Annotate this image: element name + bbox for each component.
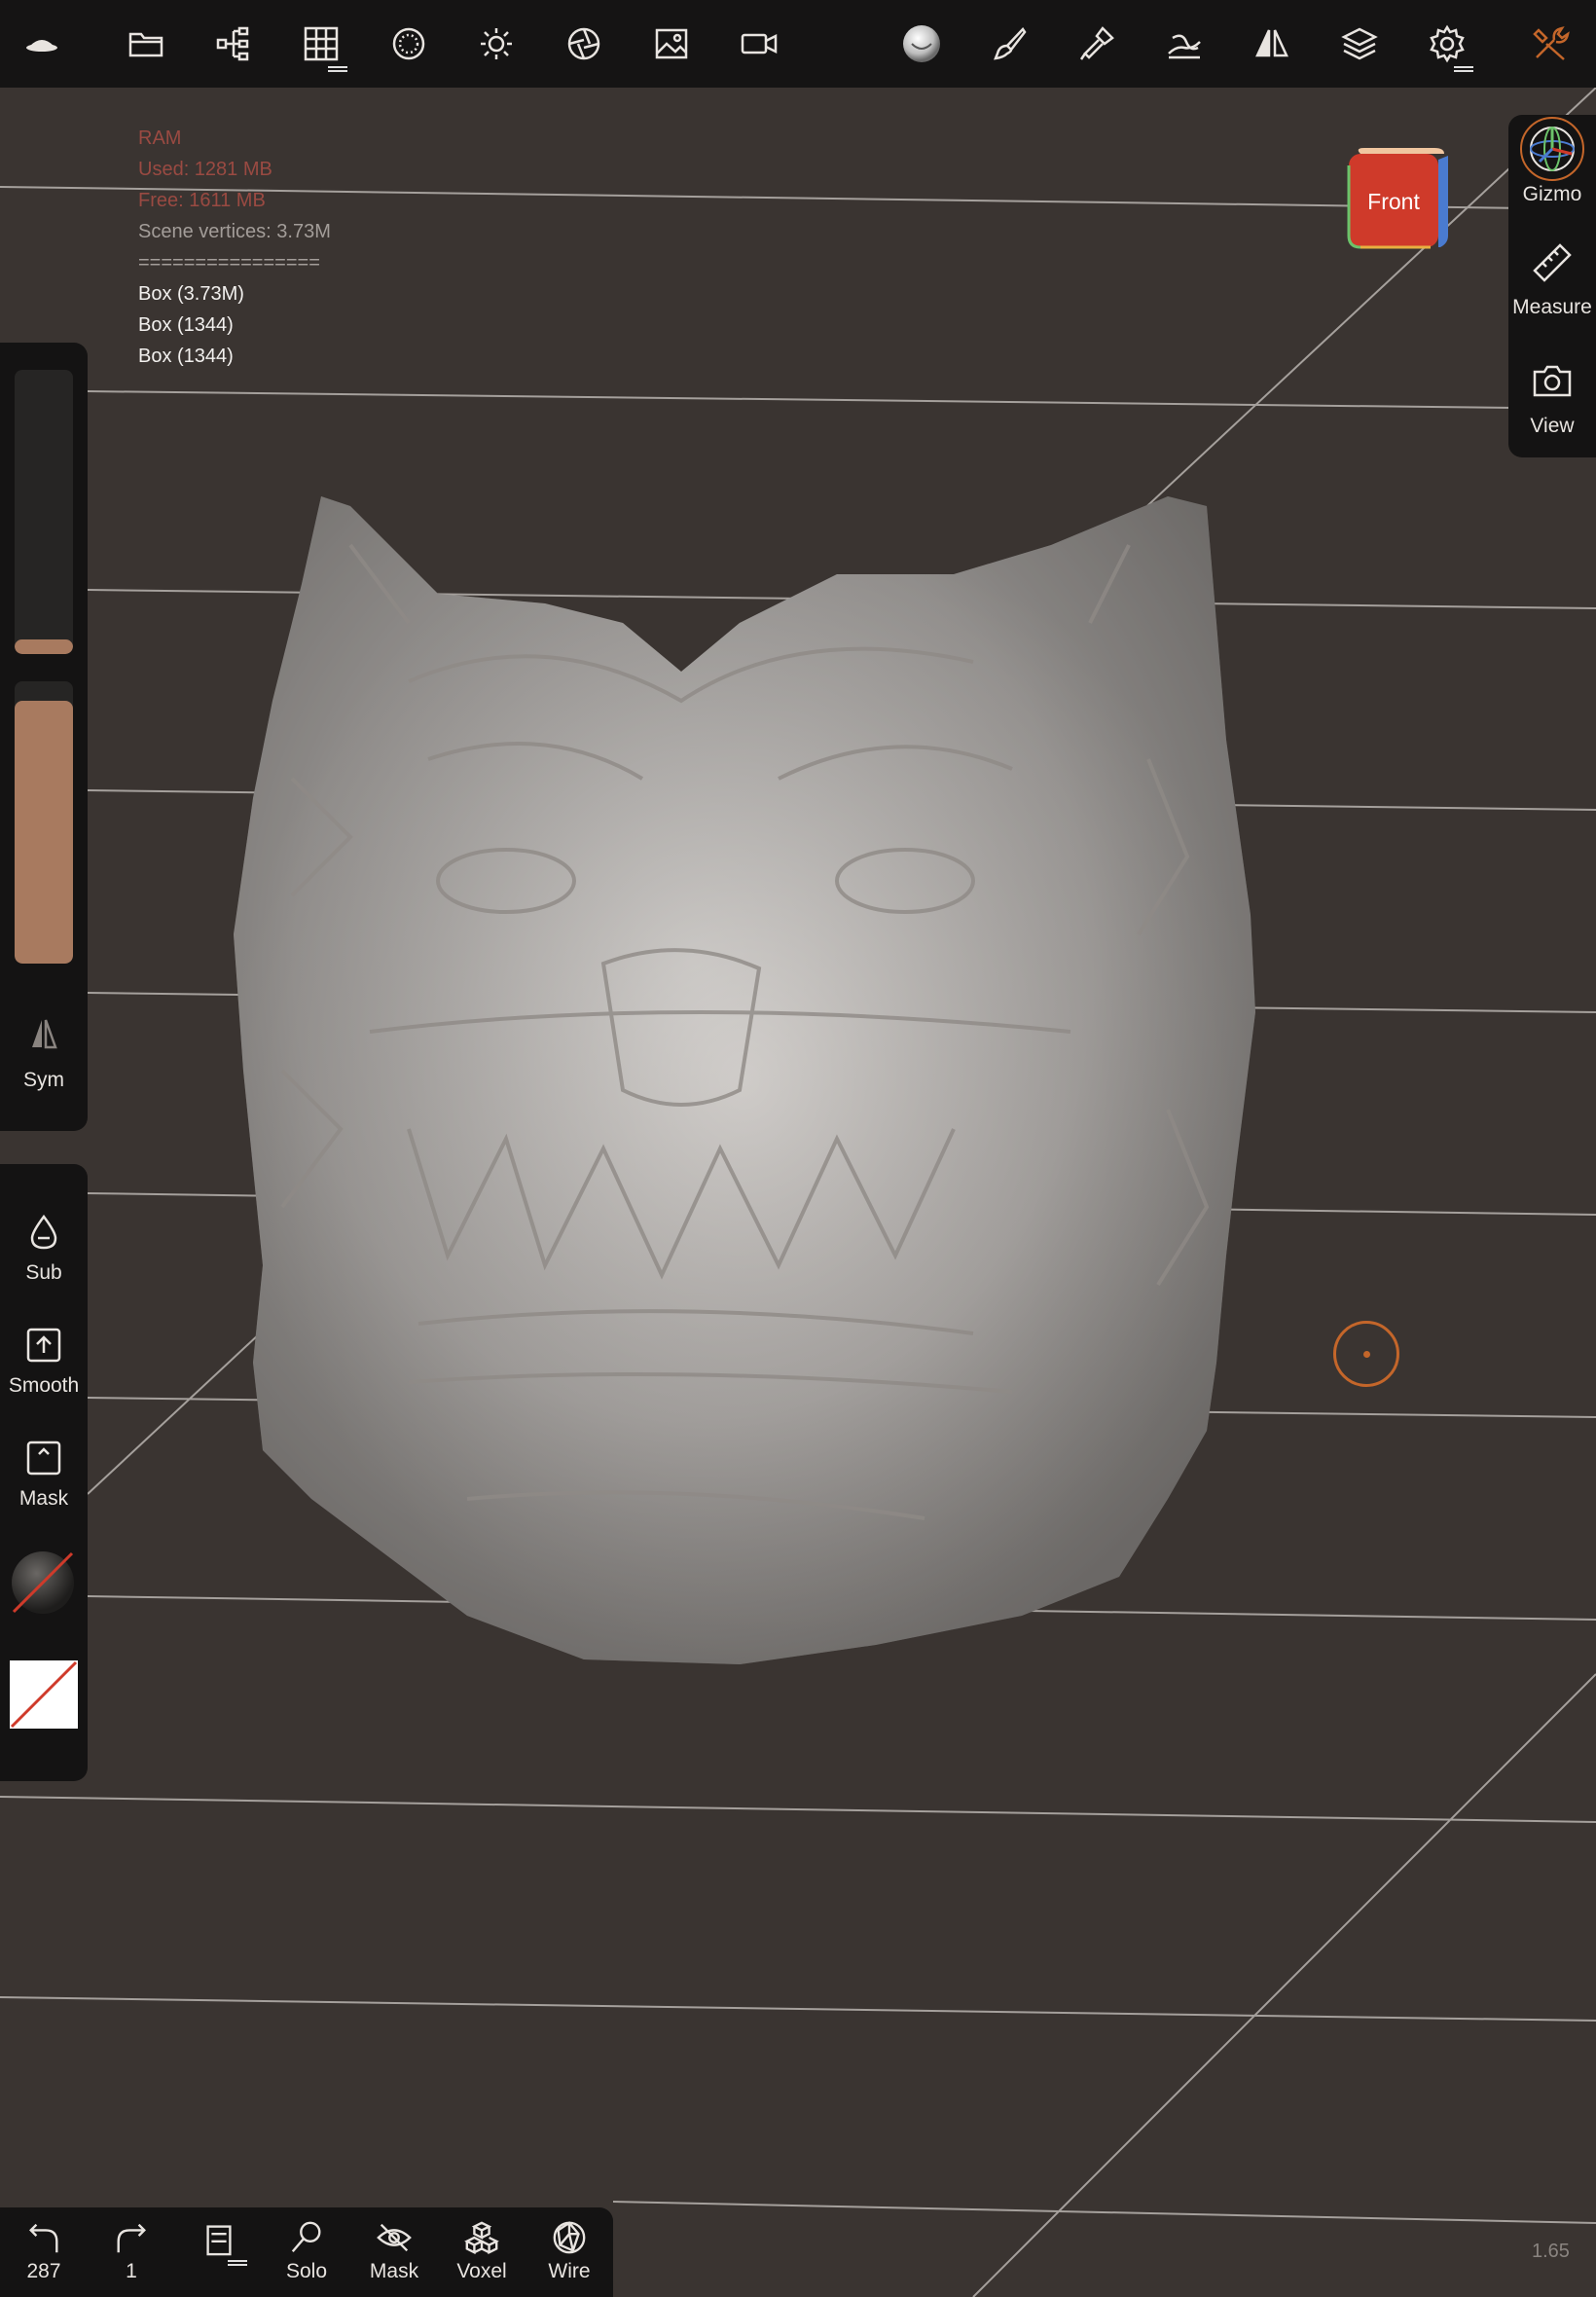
measure-button[interactable]: Measure	[1508, 241, 1596, 319]
topology-grid-icon[interactable]	[291, 14, 351, 74]
sub-label: Sub	[25, 1261, 62, 1284]
settings-gear-icon[interactable]	[1417, 14, 1477, 74]
wireframe-button[interactable]: Wire	[527, 2219, 611, 2283]
image-icon[interactable]	[641, 14, 702, 74]
right-tool-panel: Gizmo Measure View	[1508, 115, 1596, 457]
sub-toggle[interactable]: Sub	[0, 1213, 88, 1285]
object-entry: Box (1344)	[138, 314, 234, 336]
bottom-toolbar: 287 1 Solo Mask Voxel Wire	[0, 2207, 613, 2297]
hide-mask-button[interactable]: Mask	[352, 2219, 436, 2283]
object-entry: Box (3.73M)	[138, 283, 244, 305]
mask-label: Mask	[369, 2260, 419, 2282]
mask-label: Mask	[18, 1487, 69, 1510]
voxel-label: Voxel	[456, 2260, 507, 2282]
voxel-button[interactable]: Voxel	[440, 2219, 524, 2283]
view-navigation-cube[interactable]: Front	[1347, 146, 1450, 249]
material-sphere-icon[interactable]	[379, 14, 439, 74]
symmetry-toggle[interactable]: Sym	[0, 1014, 88, 1092]
view-button[interactable]: View	[1508, 360, 1596, 438]
cube-face-label: Front	[1367, 189, 1420, 214]
top-toolbar	[0, 0, 1596, 88]
select-tool-icon[interactable]	[1154, 14, 1215, 74]
tools-icon[interactable]	[1520, 14, 1580, 74]
version-label: 1.65	[1532, 2241, 1570, 2262]
wire-label: Wire	[548, 2260, 591, 2282]
ram-label: RAM	[138, 128, 182, 149]
eye-off-icon	[377, 2223, 412, 2252]
document-icon	[206, 2225, 232, 2256]
smooth-toggle[interactable]: Smooth	[0, 1326, 88, 1398]
alpha-texture-swatch[interactable]	[10, 1550, 76, 1616]
view-label: View	[1530, 415, 1575, 437]
color-swatch[interactable]	[10, 1660, 78, 1729]
sym-label: Sym	[23, 1069, 64, 1091]
ram-free: Free: 1611 MB	[138, 190, 266, 211]
undo-button[interactable]: 287	[2, 2219, 86, 2283]
redo-button[interactable]: 1	[90, 2219, 173, 2283]
mask-icon	[26, 1440, 61, 1476]
smooth-label: Smooth	[8, 1374, 80, 1397]
scene-vertices: Scene vertices: 3.73M	[138, 221, 331, 242]
intensity-slider-fill	[15, 701, 73, 964]
light-sun-icon[interactable]	[466, 14, 526, 74]
voxel-cubes-icon	[464, 2221, 499, 2255]
alpha-sphere-icon	[12, 1551, 74, 1614]
matcap-sphere-icon[interactable]	[891, 14, 952, 74]
symmetry-icon	[32, 1019, 57, 1049]
object-entry: Box (1344)	[138, 346, 234, 367]
scene-tree-icon[interactable]	[203, 14, 264, 74]
undo-icon	[29, 2223, 58, 2253]
ruler-icon	[1533, 243, 1572, 282]
gizmo-icon	[1520, 117, 1584, 181]
mask-toggle[interactable]: Mask	[0, 1439, 88, 1511]
smooth-icon	[26, 1328, 61, 1363]
scene-stats: RAM Used: 1281 MB Free: 1611 MB Scene ve…	[138, 123, 331, 372]
folder-icon[interactable]	[116, 14, 176, 74]
brush-cursor	[1333, 1321, 1399, 1387]
search-icon	[291, 2221, 321, 2253]
radius-slider-fill	[15, 639, 73, 654]
camera-icon	[1533, 365, 1572, 397]
stats-separator: ================	[138, 252, 320, 273]
layers-icon[interactable]	[1329, 14, 1390, 74]
ram-used: Used: 1281 MB	[138, 159, 272, 180]
symmetry-icon[interactable]	[1242, 14, 1302, 74]
logo-icon[interactable]	[12, 14, 72, 74]
radius-slider[interactable]	[15, 370, 73, 654]
intensity-slider[interactable]	[15, 681, 73, 964]
redo-icon	[117, 2223, 146, 2253]
solo-button[interactable]: Solo	[265, 2219, 348, 2283]
history-button[interactable]	[177, 2219, 261, 2266]
gizmo-button[interactable]: Gizmo	[1508, 115, 1596, 206]
no-color-icon	[10, 1660, 78, 1729]
redo-count: 1	[126, 2260, 137, 2282]
measure-label: Measure	[1512, 296, 1592, 318]
wireframe-icon	[553, 2221, 586, 2254]
video-camera-icon[interactable]	[729, 14, 789, 74]
undo-count: 287	[26, 2260, 61, 2282]
drop-icon	[30, 1214, 57, 1250]
brush-icon[interactable]	[979, 14, 1039, 74]
camera-shutter-icon[interactable]	[554, 14, 614, 74]
paint-icon[interactable]	[1067, 14, 1127, 74]
sculpt-mesh	[234, 496, 1255, 1664]
gizmo-label: Gizmo	[1522, 183, 1582, 205]
left-slider-panel: Sym	[0, 343, 88, 1131]
solo-label: Solo	[285, 2260, 328, 2282]
left-brush-panel: Sub Smooth Mask	[0, 1164, 88, 1781]
